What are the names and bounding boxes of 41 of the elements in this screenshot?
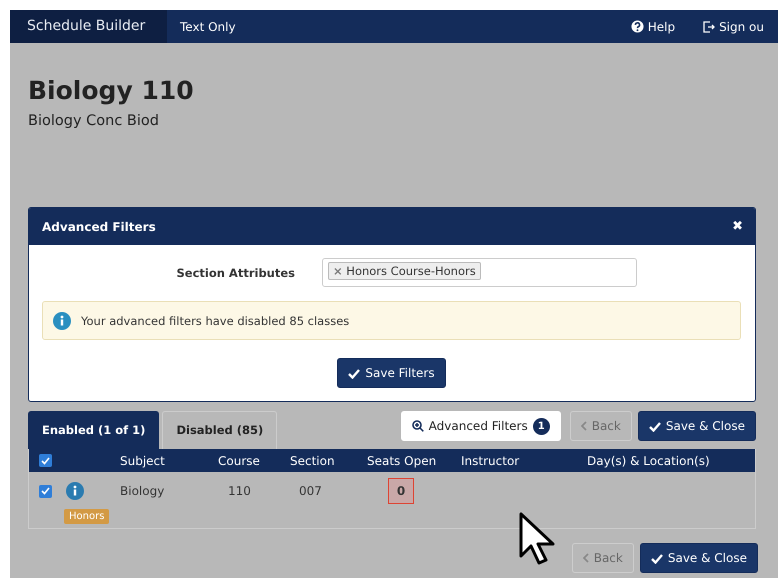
- info-icon: [53, 312, 71, 330]
- save-filters-button[interactable]: Save Filters: [337, 358, 446, 388]
- column-header: Seats Open: [367, 454, 438, 468]
- attribute-tag[interactable]: × Honors Course-Honors: [328, 262, 481, 280]
- field-label: Section Attributes: [176, 266, 296, 280]
- column-header: Course: [218, 454, 261, 468]
- zoom-in-icon: [412, 420, 424, 432]
- table-cell: Biology: [120, 484, 164, 498]
- course-title: Biology 110: [28, 75, 195, 107]
- column-header: Instructor: [461, 454, 520, 468]
- attributes-field[interactable]: × Honors Course-Honors: [322, 258, 637, 287]
- tab[interactable]: Enabled (1 of 1): [28, 411, 160, 449]
- close-button[interactable]: ✖: [732, 219, 743, 234]
- save-close-button[interactable]: Save & Close: [640, 543, 758, 573]
- alert-text: Your advanced filters have disabled 85 classes: [81, 314, 350, 328]
- row-checkbox[interactable]: [38, 484, 52, 498]
- column-header: Subject: [120, 454, 166, 468]
- advanced-filters-button[interactable]: Advanced Filters 1: [400, 411, 561, 441]
- help-link[interactable]: Help: [616, 20, 690, 34]
- column-header: Section: [290, 454, 336, 468]
- info-icon[interactable]: [66, 482, 84, 500]
- table-cell: 007: [299, 484, 322, 498]
- column-header: Day(s) & Location(s): [587, 454, 711, 468]
- chevron-left-icon: [580, 421, 587, 431]
- checkmark-icon: [648, 420, 661, 432]
- table-cell: 110: [228, 484, 251, 498]
- nav-link[interactable]: Text Only: [167, 20, 249, 34]
- save-close-button[interactable]: Save & Close: [638, 411, 756, 441]
- checkmark-icon: [348, 368, 360, 378]
- dialog-title: Advanced Filters: [42, 220, 156, 234]
- sign-out-link[interactable]: Sign ou: [689, 20, 778, 34]
- app-title[interactable]: Schedule Builder: [10, 10, 167, 43]
- seats-count: 0: [388, 478, 414, 504]
- honors-tag: Honors: [64, 509, 110, 524]
- chevron-left-icon: [582, 553, 589, 563]
- sign-out-icon: [703, 20, 716, 32]
- help-icon: [630, 20, 644, 33]
- tab[interactable]: Disabled (85): [162, 411, 278, 449]
- course-subtitle: Biology Conc Biod: [28, 113, 160, 129]
- select-all-checkbox[interactable]: [38, 454, 52, 467]
- checkmark-icon: [650, 552, 663, 564]
